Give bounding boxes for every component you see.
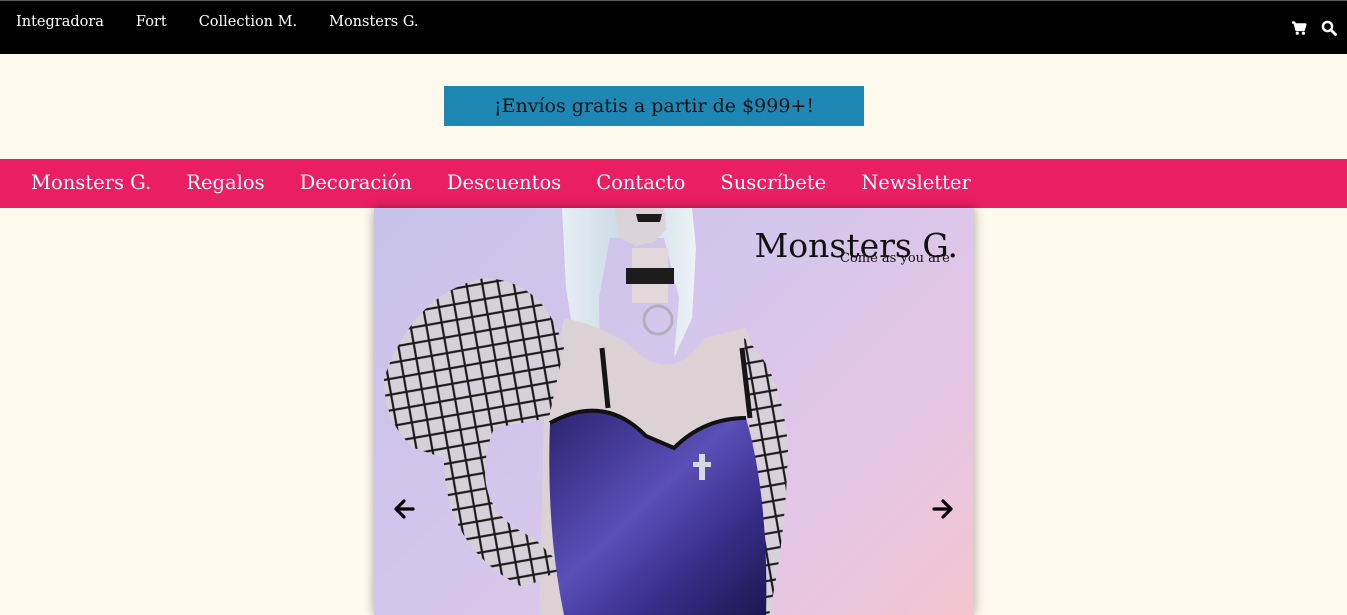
top-nav-link-monsters-g[interactable]: Monsters G. (329, 14, 418, 30)
hero-carousel: Monsters G. Come as you are (374, 208, 974, 615)
top-nav-links: Integradora Fort Collection M. Monsters … (16, 14, 419, 30)
category-link-suscribete[interactable]: Suscríbete (720, 171, 826, 194)
top-nav-link-integradora[interactable]: Integradora (16, 14, 104, 30)
hero-model-image (384, 208, 788, 615)
top-nav-icons (1291, 20, 1337, 36)
top-nav-link-fort[interactable]: Fort (136, 14, 167, 30)
category-link-regalos[interactable]: Regalos (186, 171, 264, 194)
top-navigation-bar: Integradora Fort Collection M. Monsters … (0, 0, 1347, 54)
category-link-monsters-g[interactable]: Monsters G. (31, 171, 151, 194)
category-link-descuentos[interactable]: Descuentos (447, 171, 561, 194)
shopping-cart-icon[interactable] (1291, 20, 1307, 36)
hero-subtitle: Come as you are (840, 251, 950, 266)
search-icon[interactable] (1321, 20, 1337, 36)
free-shipping-banner: ¡Envíos gratis a partir de $999+! (444, 86, 864, 126)
category-nav-links: Monsters G. Regalos Decoración Descuento… (31, 171, 971, 194)
top-nav-link-collection-m[interactable]: Collection M. (199, 14, 297, 30)
category-link-newsletter[interactable]: Newsletter (861, 171, 971, 194)
category-link-decoracion[interactable]: Decoración (300, 171, 412, 194)
arrow-left-icon (394, 499, 415, 519)
category-navigation-bar: Monsters G. Regalos Decoración Descuento… (0, 159, 1347, 208)
arrow-right-icon (932, 499, 953, 519)
carousel-next-button[interactable] (932, 498, 954, 520)
carousel-prev-button[interactable] (393, 498, 415, 520)
category-link-contacto[interactable]: Contacto (596, 171, 685, 194)
